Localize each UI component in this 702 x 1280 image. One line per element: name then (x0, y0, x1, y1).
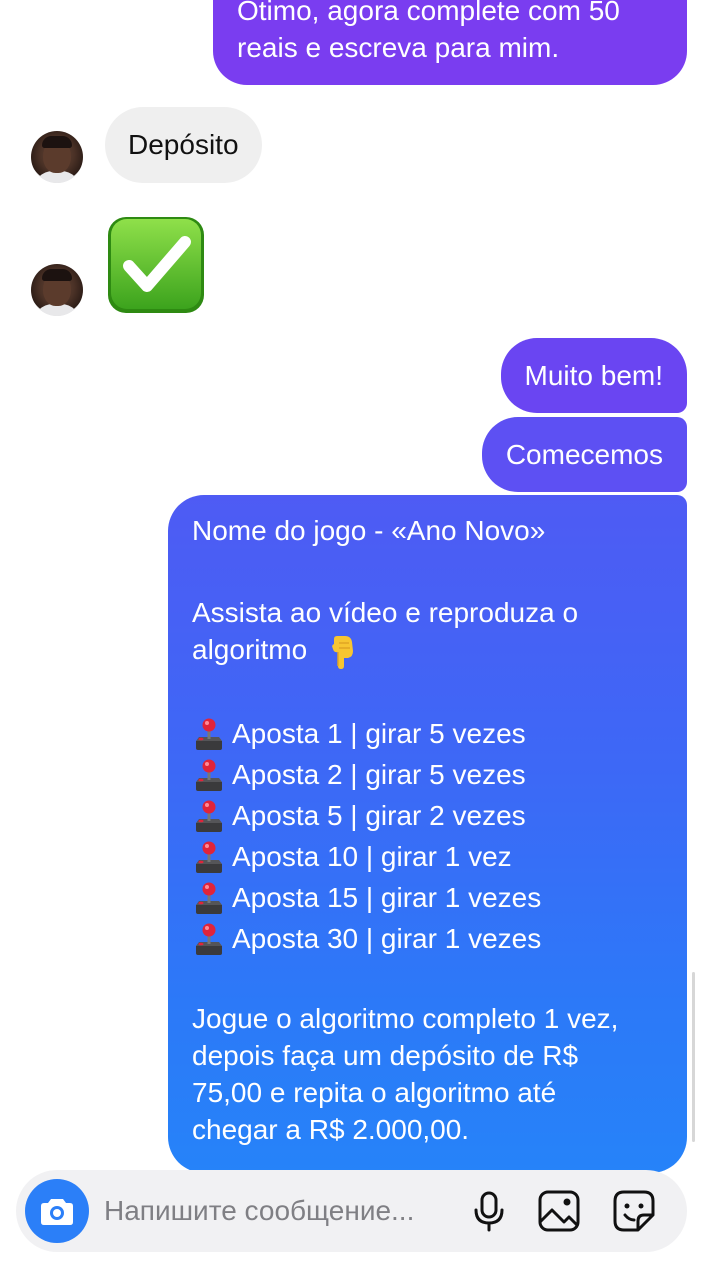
message-input[interactable] (104, 1190, 464, 1232)
instruction-line: Jogue o algoritmo completo 1 vez, (192, 1003, 619, 1034)
pointing-down-emoji (332, 635, 353, 669)
bet-list: Aposta 1 | girar 5 vezes Aposta 2 | gira… (192, 713, 663, 959)
camera-icon (41, 1199, 73, 1225)
instruction-line: chegar a R$ 2.000,00. (192, 1114, 470, 1145)
instruction-line: depois faça um depósito de R$ (192, 1040, 579, 1071)
game-name-line: Nome do jogo - «Ano Novo» (192, 515, 546, 546)
incoming-message-bubble[interactable]: Depósito (105, 107, 262, 183)
sticker-icon[interactable] (612, 1189, 656, 1233)
outgoing-message-bubble[interactable]: Ótimo, agora complete com 50 reais e esc… (213, 0, 687, 85)
joystick-emoji (196, 841, 222, 873)
chat-thread: Ótimo, agora complete com 50 reais e esc… (0, 0, 702, 1280)
contact-avatar[interactable] (31, 264, 83, 316)
bet-line: Aposta 10 | girar 1 vez (192, 836, 663, 877)
joystick-emoji (196, 759, 222, 791)
outgoing-message-bubble[interactable]: Nome do jogo - «Ano Novo» Assista ao víd… (168, 495, 687, 1173)
image-icon[interactable] (537, 1189, 581, 1233)
scroll-indicator[interactable] (692, 972, 695, 1142)
message-text: Comecemos (505, 439, 663, 470)
message-text-line: reais e escreva para mim. (237, 32, 560, 63)
bet-line: Aposta 2 | girar 5 vezes (192, 754, 663, 795)
instruction-line: Assista ao vídeo e reproduza o (192, 597, 579, 628)
joystick-emoji (196, 718, 222, 750)
joystick-emoji (196, 923, 222, 955)
message-text: Muito bem! (524, 360, 664, 391)
message-text: Depósito (128, 129, 239, 160)
bet-line: Aposta 1 | girar 5 vezes (192, 713, 663, 754)
message-composer (16, 1170, 687, 1252)
check-mark-button-emoji[interactable] (107, 216, 205, 314)
outgoing-message-bubble[interactable]: Muito bem! (500, 338, 687, 413)
camera-button[interactable] (25, 1179, 89, 1243)
instruction-line: 75,00 e repita o algoritmo até (192, 1077, 557, 1108)
joystick-emoji (196, 882, 222, 914)
outgoing-message-bubble[interactable]: Comecemos (481, 417, 687, 492)
contact-avatar[interactable] (31, 131, 83, 183)
microphone-icon[interactable] (467, 1189, 511, 1233)
bet-line: Aposta 30 | girar 1 vezes (192, 918, 663, 959)
message-text-line: Ótimo, agora complete com 50 (237, 0, 620, 26)
instruction-line: algoritmo (192, 631, 663, 672)
bet-line: Aposta 5 | girar 2 vezes (192, 795, 663, 836)
bet-line: Aposta 15 | girar 1 vezes (192, 877, 663, 918)
joystick-emoji (196, 800, 222, 832)
